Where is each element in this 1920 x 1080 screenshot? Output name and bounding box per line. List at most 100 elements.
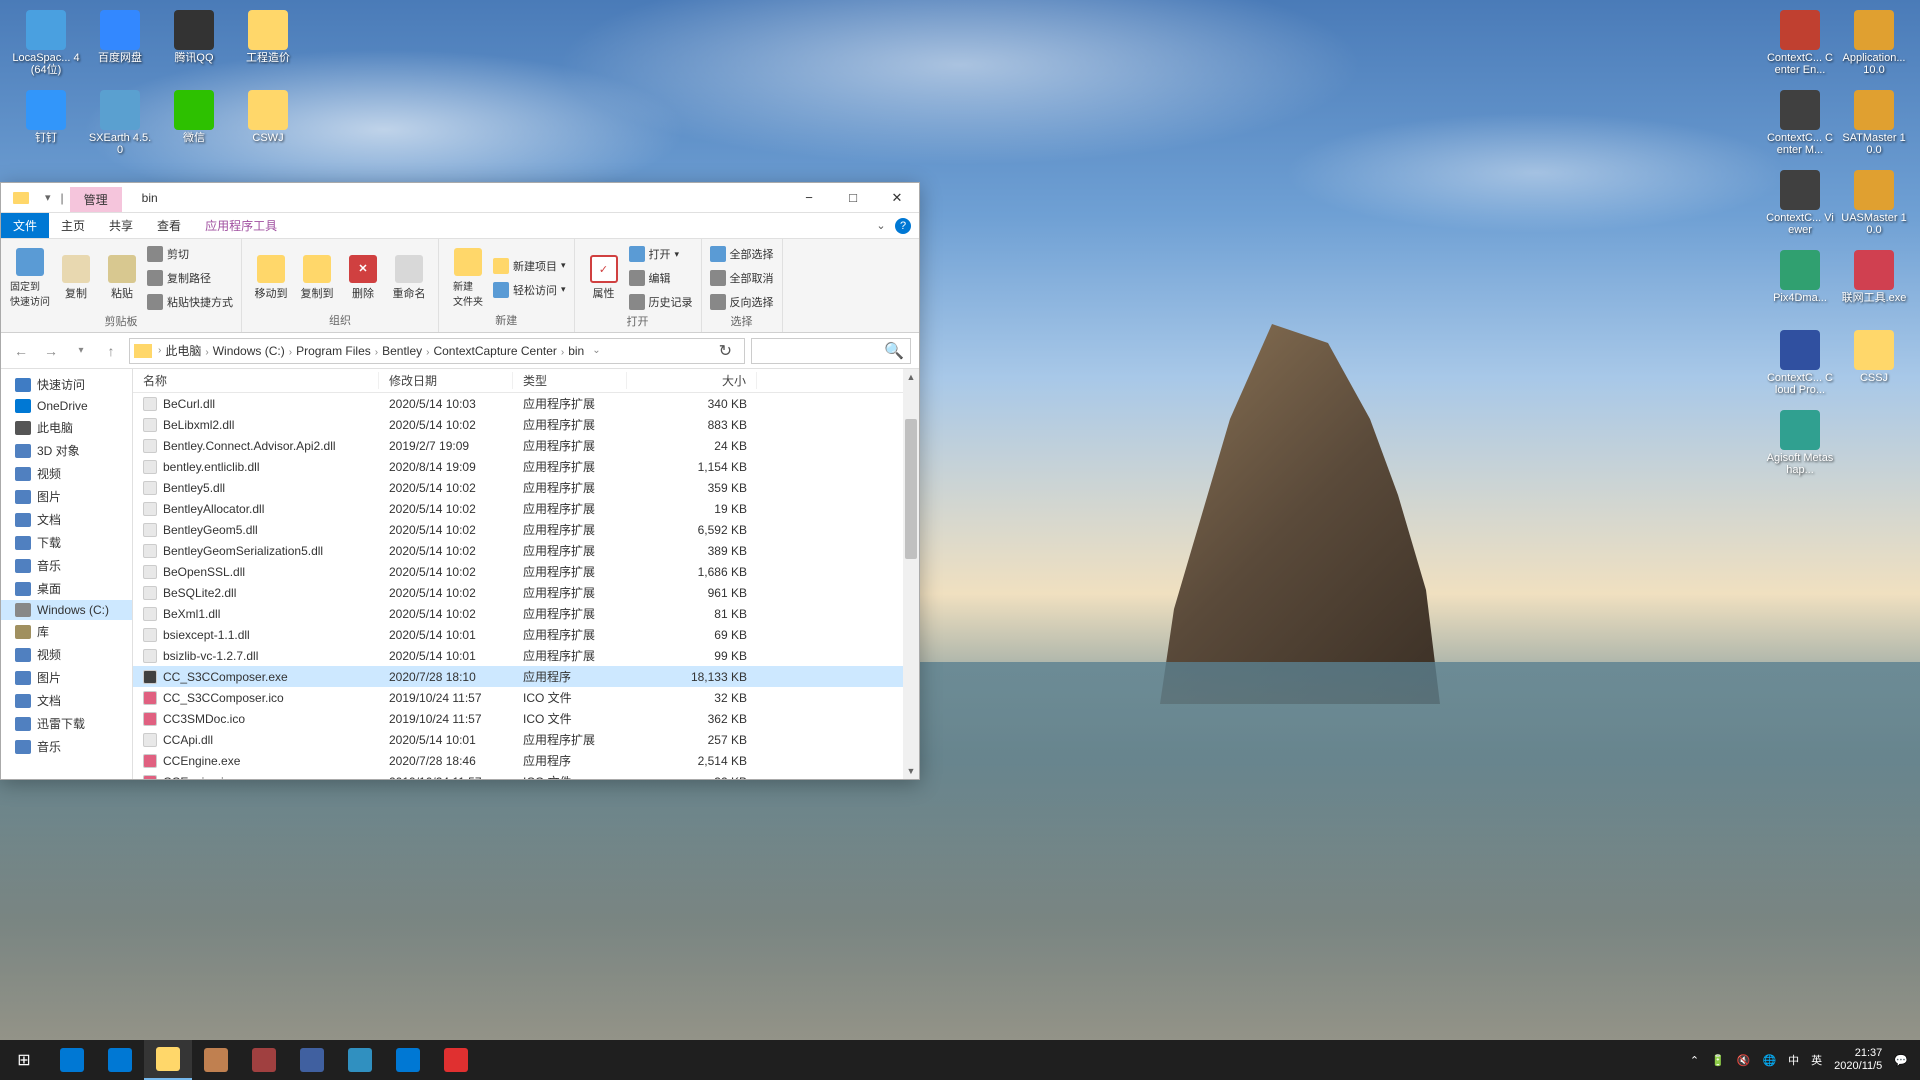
desktop-icon[interactable]: SATMaster 10.0 bbox=[1838, 90, 1910, 168]
desktop-icon[interactable]: 联网工具.exe bbox=[1838, 250, 1910, 328]
close-button[interactable]: ✕ bbox=[875, 183, 919, 213]
history-button[interactable]: 历史记录 bbox=[629, 291, 693, 313]
battery-icon[interactable]: 🔋 bbox=[1711, 1054, 1725, 1067]
file-tab[interactable]: 文件 bbox=[1, 213, 49, 238]
taskbar-app-explorer[interactable] bbox=[144, 1040, 192, 1080]
breadcrumb-item[interactable]: bin bbox=[564, 344, 588, 358]
desktop-icon[interactable]: 微信 bbox=[158, 90, 230, 168]
breadcrumb[interactable]: › 此电脑›Windows (C:)›Program Files›Bentley… bbox=[129, 338, 745, 364]
sidebar-item[interactable]: 此电脑 bbox=[1, 416, 132, 439]
easyaccess-button[interactable]: 轻松访问▾ bbox=[493, 279, 566, 301]
nav-forward-button[interactable]: → bbox=[39, 339, 63, 363]
file-row[interactable]: CC_S3CComposer.exe2020/7/28 18:10应用程序18,… bbox=[133, 666, 919, 687]
qat-dropdown-icon[interactable]: ▾ bbox=[41, 191, 55, 204]
sidebar[interactable]: 快速访问OneDrive此电脑3D 对象视频图片文档下载音乐桌面Windows … bbox=[1, 369, 133, 779]
file-row[interactable]: Bentley.Connect.Advisor.Api2.dll2019/2/7… bbox=[133, 435, 919, 456]
newfolder-button[interactable]: 新建文件夹 bbox=[447, 243, 489, 312]
file-row[interactable]: CCEngine.exe2020/7/28 18:46应用程序2,514 KB bbox=[133, 750, 919, 771]
col-name[interactable]: 名称 bbox=[133, 372, 379, 389]
file-row[interactable]: CC_S3CComposer.ico2019/10/24 11:57ICO 文件… bbox=[133, 687, 919, 708]
sidebar-item[interactable]: 图片 bbox=[1, 666, 132, 689]
file-row[interactable]: CC3SMDoc.ico2019/10/24 11:57ICO 文件362 KB bbox=[133, 708, 919, 729]
manage-context-tab[interactable]: 管理 bbox=[70, 187, 122, 212]
rename-button[interactable]: 重命名 bbox=[388, 243, 430, 312]
desktop-icon[interactable]: ContextC... Cloud Pro... bbox=[1764, 330, 1836, 408]
scroll-down-icon[interactable]: ▼ bbox=[903, 763, 919, 779]
desktop-icon[interactable]: Pix4Dma... bbox=[1764, 250, 1836, 328]
pin-button[interactable]: 固定到快速访问 bbox=[9, 243, 51, 313]
desktop-icon[interactable]: UASMaster 10.0 bbox=[1838, 170, 1910, 248]
col-type[interactable]: 类型 bbox=[513, 372, 627, 389]
copypath-button[interactable]: 复制路径 bbox=[147, 267, 233, 289]
view-tab[interactable]: 查看 bbox=[145, 213, 193, 238]
volume-icon[interactable]: 🔇 bbox=[1737, 1054, 1751, 1067]
taskbar-app-app1[interactable] bbox=[192, 1040, 240, 1080]
moveto-button[interactable]: 移动到 bbox=[250, 243, 292, 312]
desktop-icon[interactable]: ContextC... Viewer bbox=[1764, 170, 1836, 248]
ime-mode-1[interactable]: 中 bbox=[1788, 1052, 1799, 1068]
scroll-up-icon[interactable]: ▲ bbox=[903, 369, 919, 385]
sidebar-item[interactable]: 库 bbox=[1, 620, 132, 643]
sidebar-item[interactable]: 文档 bbox=[1, 508, 132, 531]
paste-button[interactable]: 粘贴 bbox=[101, 243, 143, 313]
desktop-icon[interactable]: ContextC... Center En... bbox=[1764, 10, 1836, 88]
desktop-icon[interactable]: 工程造价 bbox=[232, 10, 304, 88]
file-row[interactable]: BeCurl.dll2020/5/14 10:03应用程序扩展340 KB bbox=[133, 393, 919, 414]
ribbon-collapse-icon[interactable]: ⌄ bbox=[873, 218, 889, 234]
pasteshortcut-button[interactable]: 粘贴快捷方式 bbox=[147, 291, 233, 313]
help-icon[interactable]: ? bbox=[895, 218, 911, 234]
apptools-tab[interactable]: 应用程序工具 bbox=[193, 213, 289, 238]
col-date[interactable]: 修改日期 bbox=[379, 372, 513, 389]
file-row[interactable]: BentleyGeom5.dll2020/5/14 10:02应用程序扩展6,5… bbox=[133, 519, 919, 540]
network-icon[interactable]: 🌐 bbox=[1762, 1054, 1776, 1067]
maximize-button[interactable]: □ bbox=[831, 183, 875, 213]
desktop-icon[interactable]: CSSJ bbox=[1838, 330, 1910, 408]
scrollbar-vertical[interactable]: ▲ ▼ bbox=[903, 369, 919, 779]
file-row[interactable]: bsiexcept-1.1.dll2020/5/14 10:01应用程序扩展69… bbox=[133, 624, 919, 645]
col-size[interactable]: 大小 bbox=[627, 372, 757, 389]
open-button[interactable]: 打开▾ bbox=[629, 243, 693, 265]
nav-history-button[interactable]: ▾ bbox=[69, 339, 93, 363]
desktop-icon[interactable]: LocaSpac... 4 (64位) bbox=[10, 10, 82, 88]
delete-button[interactable]: ✕删除 bbox=[342, 243, 384, 312]
taskbar-app-app5[interactable] bbox=[384, 1040, 432, 1080]
notifications-icon[interactable]: 💬 bbox=[1894, 1054, 1908, 1067]
sidebar-item[interactable]: 视频 bbox=[1, 643, 132, 666]
breadcrumb-item[interactable]: 此电脑 bbox=[161, 344, 205, 358]
file-row[interactable]: CCEngine.ico2019/10/24 11:57ICO 文件32 KB bbox=[133, 771, 919, 779]
copyto-button[interactable]: 复制到 bbox=[296, 243, 338, 312]
file-row[interactable]: BentleyGeomSerialization5.dll2020/5/14 1… bbox=[133, 540, 919, 561]
desktop-icon[interactable]: Application... 10.0 bbox=[1838, 10, 1910, 88]
taskbar-app-store[interactable] bbox=[48, 1040, 96, 1080]
refresh-button[interactable]: ↻ bbox=[711, 341, 740, 361]
minimize-button[interactable]: − bbox=[787, 183, 831, 213]
tray-expand-icon[interactable]: ⌃ bbox=[1690, 1054, 1699, 1067]
desktop-icon[interactable]: ContextC... Center M... bbox=[1764, 90, 1836, 168]
sidebar-item[interactable]: 桌面 bbox=[1, 577, 132, 600]
file-row[interactable]: bsizlib-vc-1.2.7.dll2020/5/14 10:01应用程序扩… bbox=[133, 645, 919, 666]
sidebar-item[interactable]: 图片 bbox=[1, 485, 132, 508]
sidebar-item[interactable]: 迅雷下载 bbox=[1, 712, 132, 735]
taskbar-app-app4[interactable] bbox=[336, 1040, 384, 1080]
sidebar-item[interactable]: 音乐 bbox=[1, 554, 132, 577]
sidebar-item[interactable]: 视频 bbox=[1, 462, 132, 485]
ime-mode-2[interactable]: 英 bbox=[1811, 1052, 1822, 1068]
taskbar-app-app3[interactable] bbox=[288, 1040, 336, 1080]
invert-button[interactable]: 反向选择 bbox=[710, 291, 774, 313]
desktop-icon[interactable]: SXEarth 4.5.0 bbox=[84, 90, 156, 168]
search-input[interactable]: 🔍 bbox=[751, 338, 911, 364]
system-tray[interactable]: ⌃ 🔋 🔇 🌐 中 英 21:37 2020/11/5 💬 bbox=[1690, 1047, 1920, 1073]
file-row[interactable]: CCApi.dll2020/5/14 10:01应用程序扩展257 KB bbox=[133, 729, 919, 750]
home-tab[interactable]: 主页 bbox=[49, 213, 97, 238]
properties-button[interactable]: ✓属性 bbox=[583, 243, 625, 313]
taskbar-app-app2[interactable] bbox=[240, 1040, 288, 1080]
file-row[interactable]: BeOpenSSL.dll2020/5/14 10:02应用程序扩展1,686 … bbox=[133, 561, 919, 582]
selectnone-button[interactable]: 全部取消 bbox=[710, 267, 774, 289]
file-row[interactable]: bentley.entliclib.dll2020/8/14 19:09应用程序… bbox=[133, 456, 919, 477]
desktop-icon[interactable]: 钉钉 bbox=[10, 90, 82, 168]
nav-up-button[interactable]: ↑ bbox=[99, 339, 123, 363]
clock[interactable]: 21:37 2020/11/5 bbox=[1834, 1047, 1882, 1073]
breadcrumb-item[interactable]: Program Files bbox=[292, 344, 375, 358]
titlebar[interactable]: ▾ | 管理 bin − □ ✕ bbox=[1, 183, 919, 213]
sidebar-item[interactable]: 3D 对象 bbox=[1, 439, 132, 462]
